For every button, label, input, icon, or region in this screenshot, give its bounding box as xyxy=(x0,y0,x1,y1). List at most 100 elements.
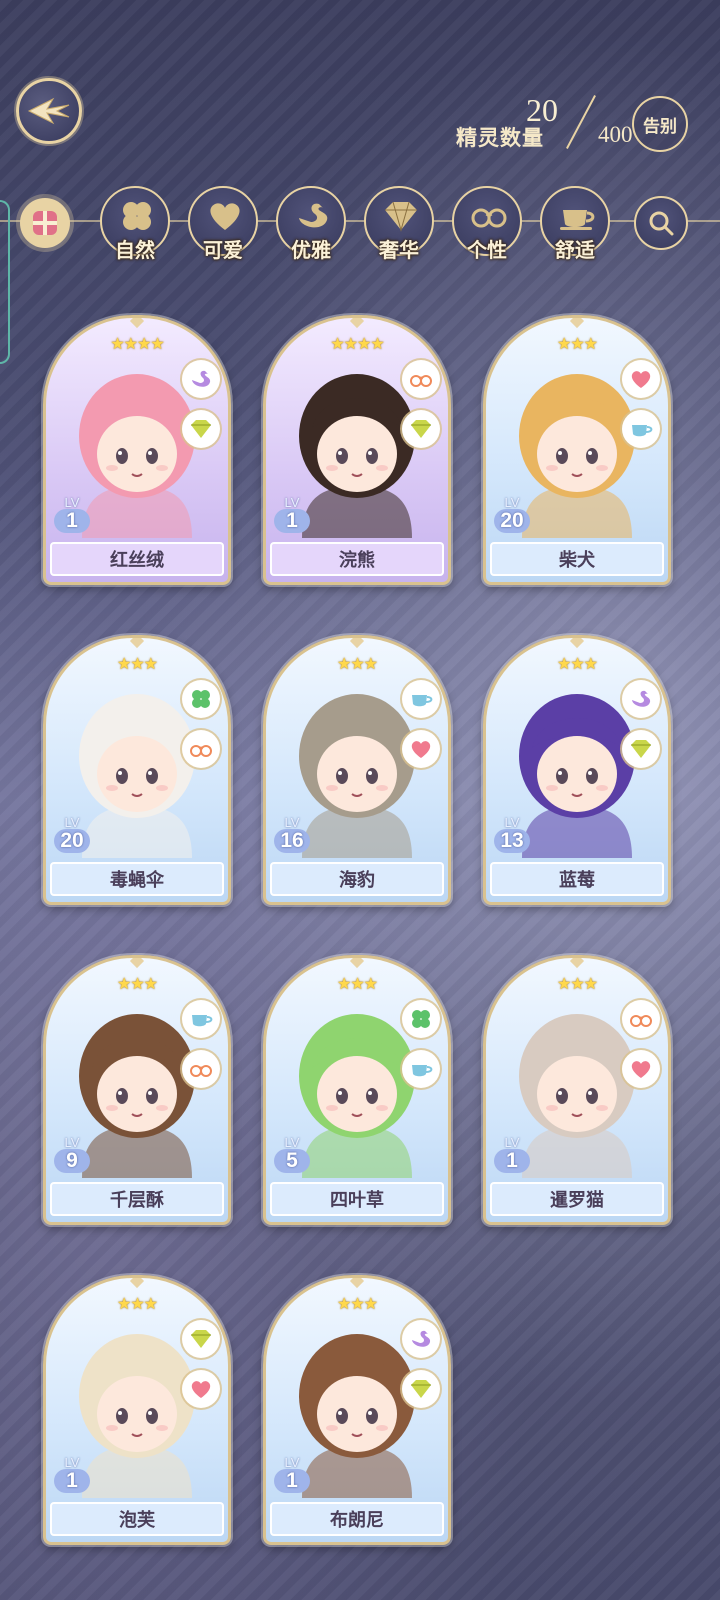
level-tag: LV 16 xyxy=(274,816,310,853)
character-name: 浣熊 xyxy=(270,542,444,576)
card-top-gem xyxy=(129,1278,145,1289)
filter-personality[interactable]: 个性 xyxy=(452,186,522,262)
level-prefix: LV xyxy=(504,495,520,510)
trait-badge xyxy=(622,410,660,448)
spirit-card[interactable]: ★★★ LV 16 海豹 xyxy=(263,635,451,905)
level-value: 1 xyxy=(274,1469,310,1493)
search-icon xyxy=(649,211,674,236)
character-name: 布朗尼 xyxy=(270,1502,444,1536)
trait-badge xyxy=(622,360,660,398)
heart-icon xyxy=(631,371,651,388)
card-top-gem xyxy=(349,1278,365,1289)
swan-icon xyxy=(192,370,211,387)
card-top-gem xyxy=(349,318,365,329)
teacup-icon xyxy=(632,425,653,437)
star-rating: ★★★ xyxy=(556,334,598,353)
filter-label: 个性 xyxy=(467,238,507,262)
star-rating: ★★★ xyxy=(336,1294,378,1313)
character-name: 四叶草 xyxy=(270,1182,444,1216)
count-divider xyxy=(566,95,596,149)
level-prefix: LV xyxy=(64,1135,80,1150)
card-top-gem xyxy=(569,318,585,329)
filter-comfort[interactable]: 舒适 xyxy=(540,186,610,262)
filter-natural[interactable]: 自然 xyxy=(100,186,170,262)
spirit-card[interactable]: ★★★ LV 1 泡芙 xyxy=(43,1275,231,1545)
level-tag: LV 1 xyxy=(494,1136,530,1173)
gift-filter-button[interactable] xyxy=(20,198,70,248)
glasses-icon xyxy=(190,1065,212,1077)
swan-icon xyxy=(412,1330,431,1347)
character-name: 毒蝇伞 xyxy=(50,862,224,896)
teacup-icon xyxy=(192,1015,213,1027)
character-name: 柴犬 xyxy=(490,542,664,576)
level-prefix: LV xyxy=(504,815,520,830)
trait-badge xyxy=(622,730,660,768)
level-prefix: LV xyxy=(504,1135,520,1150)
spirit-card[interactable]: ★★★ LV 1 布朗尼 xyxy=(263,1275,451,1545)
trait-badge xyxy=(182,360,220,398)
level-tag: LV 1 xyxy=(54,1456,90,1493)
level-prefix: LV xyxy=(284,1455,300,1470)
diamond-icon xyxy=(191,420,211,438)
card-top-gem xyxy=(129,958,145,969)
heart-icon xyxy=(191,1381,211,1398)
spirit-card[interactable]: ★★★★ LV 1 红丝绒 xyxy=(43,315,231,585)
level-tag: LV 13 xyxy=(494,816,530,853)
level-value: 9 xyxy=(54,1149,90,1173)
level-value: 20 xyxy=(54,829,90,853)
trait-badge xyxy=(182,1000,220,1038)
swan-icon xyxy=(632,690,651,707)
level-tag: LV 5 xyxy=(274,1136,310,1173)
back-arrow-icon xyxy=(27,97,70,125)
search-button[interactable] xyxy=(634,196,688,250)
diamond-icon xyxy=(411,420,431,438)
level-tag: LV 9 xyxy=(54,1136,90,1173)
filter-elegant[interactable]: 优雅 xyxy=(276,186,346,262)
level-tag: LV 1 xyxy=(274,1456,310,1493)
side-drawer-tab[interactable] xyxy=(0,200,10,364)
filter-cute[interactable]: 可爱 xyxy=(188,186,258,262)
level-prefix: LV xyxy=(284,1135,300,1150)
glasses-icon xyxy=(630,1015,652,1027)
star-rating: ★★★ xyxy=(116,654,158,673)
trait-badge xyxy=(182,680,220,718)
level-value: 1 xyxy=(54,509,90,533)
card-top-gem xyxy=(569,638,585,649)
teacup-icon xyxy=(412,695,433,707)
filter-label: 奢华 xyxy=(379,238,419,262)
teacup-icon xyxy=(560,210,595,230)
spirit-card[interactable]: ★★★★ LV 1 浣熊 xyxy=(263,315,451,585)
level-prefix: LV xyxy=(64,815,80,830)
diamond-icon xyxy=(191,1330,211,1348)
diamond-icon xyxy=(411,1380,431,1398)
card-top-gem xyxy=(569,958,585,969)
level-prefix: LV xyxy=(284,495,300,510)
trait-badge xyxy=(402,410,440,448)
level-value: 13 xyxy=(494,829,530,853)
filter-luxury[interactable]: 奢华 xyxy=(364,186,434,262)
spirit-card[interactable]: ★★★ LV 13 蓝莓 xyxy=(483,635,671,905)
spirit-card[interactable]: ★★★ LV 9 千层酥 xyxy=(43,955,231,1225)
trait-badge xyxy=(622,1050,660,1088)
star-rating: ★★★★ xyxy=(330,334,384,353)
diamond-icon xyxy=(385,201,417,232)
level-value: 1 xyxy=(274,509,310,533)
spirit-card[interactable]: ★★★ LV 5 四叶草 xyxy=(263,955,451,1225)
trait-badge xyxy=(402,680,440,718)
trait-badge xyxy=(402,730,440,768)
back-button[interactable] xyxy=(16,78,82,144)
character-name: 泡芙 xyxy=(50,1502,224,1536)
spirit-card[interactable]: ★★★ LV 1 暹罗猫 xyxy=(483,955,671,1225)
star-rating: ★★★ xyxy=(336,974,378,993)
farewell-button[interactable]: 告别 xyxy=(632,96,688,152)
glasses-icon xyxy=(410,375,432,387)
filter-label: 可爱 xyxy=(203,238,243,262)
trait-badge xyxy=(402,1000,440,1038)
character-name: 红丝绒 xyxy=(50,542,224,576)
spirit-card[interactable]: ★★★ LV 20 柴犬 xyxy=(483,315,671,585)
spirit-card[interactable]: ★★★ LV 20 毒蝇伞 xyxy=(43,635,231,905)
teacup-icon xyxy=(412,1065,433,1077)
level-value: 20 xyxy=(494,509,530,533)
filter-label: 舒适 xyxy=(555,238,595,262)
level-tag: LV 20 xyxy=(494,496,530,533)
